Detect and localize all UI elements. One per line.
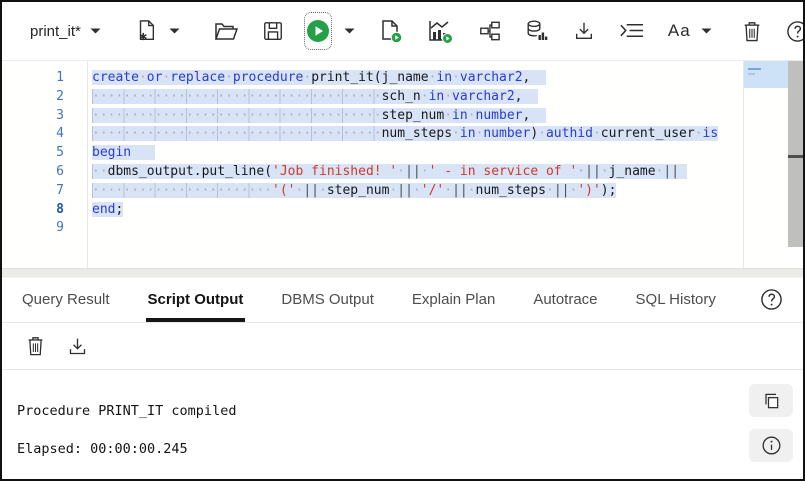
trash-icon: [28, 337, 43, 356]
help-icon: [761, 289, 782, 310]
worksheet-toolbar: print_it* Aa: [2, 2, 803, 60]
chevron-down-icon[interactable]: [90, 27, 101, 35]
script-output-area: Procedure PRINT_IT compiled Elapsed: 00:0…: [2, 370, 803, 479]
code-line[interactable]: create·or·replace·procedure·print_it(j_n…: [92, 69, 743, 88]
code-line[interactable]: ·····································sch…: [92, 88, 743, 107]
line-number: 5: [56, 145, 64, 161]
code-line[interactable]: ·····································num…: [92, 125, 743, 144]
worksheet-name: print_it*: [30, 22, 81, 40]
tab-explain-plan[interactable]: Explain Plan: [410, 278, 497, 322]
trash-icon: [744, 21, 759, 41]
line-number: 2: [56, 88, 64, 104]
clear-worksheet-button[interactable]: [742, 20, 762, 43]
tabbar-help-button[interactable]: [760, 288, 783, 311]
editor-gutter: 1 2 3 4 5 6 7 8 9: [2, 61, 88, 268]
line-number: 6: [56, 163, 64, 179]
sql-tuning-advisor-button[interactable]: [525, 19, 549, 43]
run-script-button[interactable]: [379, 19, 403, 44]
tab-dbms-output[interactable]: DBMS Output: [279, 278, 376, 322]
tab-autotrace[interactable]: Autotrace: [531, 278, 599, 322]
new-worksheet-button[interactable]: [135, 19, 157, 43]
format-button[interactable]: [619, 21, 644, 41]
format-code-icon: [620, 23, 643, 38]
code-line[interactable]: end;: [92, 201, 743, 220]
open-file-button[interactable]: [214, 20, 238, 42]
database-chart-icon: [527, 20, 548, 40]
new-worksheet-icon: [139, 20, 154, 41]
editor-code[interactable]: create·or·replace·procedure·print_it(j_n…: [88, 61, 743, 268]
copy-icon: [765, 393, 779, 408]
chevron-down-icon[interactable]: [701, 27, 712, 35]
open-folder-icon: [214, 23, 238, 40]
copy-output-button[interactable]: [749, 384, 793, 417]
tab-script-output[interactable]: Script Output: [145, 278, 246, 322]
run-script-icon: [382, 19, 403, 43]
editor-minimap[interactable]: [743, 61, 788, 268]
explain-plan-icon: [479, 21, 500, 41]
autotrace-chart-icon: [429, 20, 453, 44]
line-number: 1: [56, 70, 64, 85]
output-text: Procedure PRINT_IT compiled Elapsed: 00:0…: [17, 403, 803, 457]
line-number: 7: [56, 182, 64, 198]
autotrace-button[interactable]: [427, 19, 454, 44]
chevron-down-icon: [169, 28, 180, 34]
download-icon: [69, 338, 86, 354]
save-button[interactable]: [262, 20, 284, 42]
scrollbar-thumb[interactable]: [788, 61, 803, 247]
line-number: 9: [56, 220, 64, 236]
code-line[interactable]: ·····································ste…: [92, 107, 743, 126]
info-icon: [762, 436, 780, 455]
sql-worksheet-window: print_it* Aa 1 2 3 4 5 6 7 8 9 create·or…: [0, 0, 805, 481]
toolbar-help-button[interactable]: [786, 20, 803, 43]
panel-splitter[interactable]: [2, 268, 803, 278]
download-output-button[interactable]: [67, 336, 88, 357]
run-dropdown[interactable]: [344, 27, 355, 35]
result-tabbar: Query Result Script Output DBMS Output Expl…: [2, 278, 803, 323]
download-button[interactable]: [573, 20, 595, 42]
output-toolbar: [2, 323, 803, 370]
output-line: Elapsed: 00:00:00.245: [17, 441, 188, 457]
download-icon: [575, 22, 592, 40]
save-icon: [263, 22, 282, 40]
chevron-down-icon: [344, 28, 355, 34]
tab-sql-history[interactable]: SQL History: [634, 278, 718, 322]
code-line[interactable]: ··dbms_output.put_line('Job finished! '·…: [92, 163, 743, 182]
code-line[interactable]: begin: [92, 144, 743, 163]
explain-plan-button[interactable]: [478, 20, 501, 42]
font-size-button[interactable]: Aa: [668, 21, 712, 41]
code-line[interactable]: [92, 219, 743, 238]
line-number: 4: [56, 126, 64, 142]
code-line[interactable]: ·······················'('·||·step_num·|…: [92, 182, 743, 201]
help-icon: [786, 20, 803, 42]
info-button[interactable]: [749, 429, 793, 462]
line-number: 8: [56, 201, 64, 217]
editor-scrollbar[interactable]: [788, 61, 803, 268]
run-play-icon: [306, 20, 329, 42]
new-worksheet-dropdown[interactable]: [169, 27, 180, 35]
run-statement-button[interactable]: [303, 12, 332, 50]
worksheet-name-button[interactable]: print_it*: [30, 23, 101, 40]
tab-query-result[interactable]: Query Result: [20, 278, 112, 322]
font-size-label: Aa: [667, 21, 691, 40]
clear-output-button[interactable]: [26, 335, 45, 357]
line-number: 3: [56, 107, 64, 123]
output-line: Procedure PRINT_IT compiled: [17, 403, 237, 419]
code-editor: 1 2 3 4 5 6 7 8 9 create·or·replace·procedure·pr…: [2, 60, 803, 268]
